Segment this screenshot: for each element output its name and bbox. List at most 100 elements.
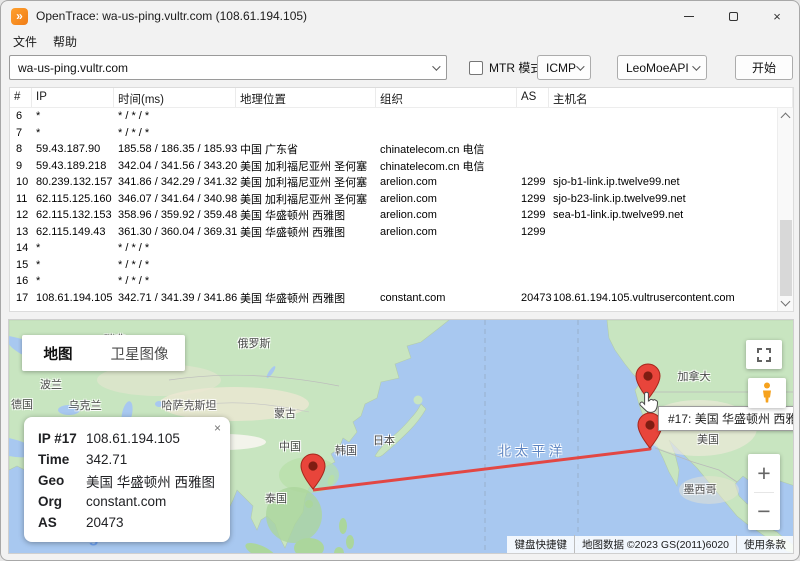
map-label: 哈萨克斯坦 <box>162 397 217 413</box>
map-label: 蒙古 <box>274 405 296 421</box>
map-label: 泰国 <box>265 490 287 506</box>
cell-geo: 美国 加利福尼亚州 圣何塞 <box>236 158 376 174</box>
cell-time: 361.30 / 360.04 / 369.31 <box>114 226 236 238</box>
mtr-mode-toggle: MTR 模式 <box>469 59 542 76</box>
chevron-down-icon <box>432 62 440 70</box>
maximize-button[interactable] <box>711 1 755 31</box>
cell-time: * / * / * <box>114 127 236 139</box>
title-bar[interactable]: » OpenTrace: wa-us-ping.vultr.com (108.6… <box>1 1 799 31</box>
cell-host: sea-b1-link.ip.twelve99.net <box>549 209 777 221</box>
table-scrollbar[interactable] <box>777 108 793 311</box>
table-column-header[interactable]: 地理位置 <box>236 88 376 107</box>
keyboard-shortcuts-link[interactable]: 键盘快捷键 <box>507 535 574 554</box>
table-row[interactable]: 7 * * / * / * <box>10 125 777 142</box>
hand-cursor-icon <box>638 390 660 414</box>
scroll-down-icon[interactable] <box>781 297 791 307</box>
popup-row: AS 20473 <box>38 512 216 533</box>
cell-geo: 美国 华盛顿州 西雅图 <box>236 207 376 223</box>
protocol-select[interactable]: ICMP <box>537 55 591 80</box>
table-column-header[interactable]: # <box>10 88 32 107</box>
cell-time: 185.58 / 186.35 / 185.93 <box>114 143 236 155</box>
map-pin[interactable] <box>300 453 326 490</box>
map-data-text: 地图数据 ©2023 GS(2011)6020 <box>574 535 736 554</box>
table-column-header[interactable]: 组织 <box>376 88 517 107</box>
popup-close-button[interactable]: × <box>214 422 221 434</box>
menu-item[interactable]: 帮助 <box>45 31 85 51</box>
app-icon: » <box>11 8 28 25</box>
cell-hop: 11 <box>10 193 32 205</box>
table-column-header[interactable]: AS <box>517 88 549 107</box>
fullscreen-icon <box>757 348 771 362</box>
map-label: 中国 <box>279 438 301 454</box>
table-row[interactable]: 6 * * / * / * <box>10 108 777 125</box>
cell-geo: 美国 加利福尼亚州 圣何塞 <box>236 191 376 207</box>
cell-time: * / * / * <box>114 242 236 254</box>
chevron-down-icon <box>692 62 700 70</box>
table-column-header[interactable]: 时间(ms) <box>114 88 236 107</box>
table-row[interactable]: 17 108.61.194.105 342.71 / 341.39 / 341.… <box>10 290 777 307</box>
minimize-button[interactable] <box>667 1 711 31</box>
table-column-header[interactable]: IP <box>32 88 114 107</box>
popup-row-label: AS <box>38 515 86 530</box>
table-row[interactable]: 11 62.115.125.160 346.07 / 341.64 / 340.… <box>10 191 777 208</box>
cell-hop: 15 <box>10 259 32 271</box>
cell-ip: * <box>32 127 114 139</box>
map-label: 德国 <box>11 396 33 412</box>
cell-time: 341.86 / 342.29 / 341.32 <box>114 176 236 188</box>
cell-hop: 17 <box>10 292 32 304</box>
popup-row-label: Time <box>38 452 86 467</box>
mtr-checkbox[interactable] <box>469 61 483 75</box>
fullscreen-button[interactable] <box>746 340 782 369</box>
table-column-header[interactable]: 主机名 <box>549 88 793 107</box>
cell-ip: * <box>32 275 114 287</box>
close-button[interactable]: × <box>755 1 799 31</box>
scrollbar-thumb[interactable] <box>780 220 792 296</box>
window-controls: × <box>667 1 799 31</box>
cell-hop: 10 <box>10 176 32 188</box>
map-label: 日本 <box>373 432 395 448</box>
cell-asn: 1299 <box>517 193 549 205</box>
zoom-out-button[interactable]: − <box>748 496 780 526</box>
map-canvas[interactable]: 瑞典俄罗斯波兰德国乌克兰哈萨克斯坦蒙古中国韩国日本泰国北太平洋加拿大美国墨西哥 <box>8 319 794 554</box>
cell-org: chinatelecom.cn 电信 <box>376 141 517 157</box>
popup-row: Time 342.71 <box>38 449 216 470</box>
cell-hop: 8 <box>10 143 32 155</box>
map-label: 北太平洋 <box>498 441 566 460</box>
terms-link[interactable]: 使用条款 <box>736 535 793 554</box>
table-row[interactable]: 12 62.115.132.153 358.96 / 359.92 / 359.… <box>10 207 777 224</box>
host-input[interactable]: wa-us-ping.vultr.com <box>9 55 447 80</box>
zoom-in-button[interactable]: + <box>748 458 780 488</box>
cell-geo: 美国 华盛顿州 西雅图 <box>236 224 376 240</box>
pegman-button[interactable] <box>748 378 786 408</box>
cell-org: arelion.com <box>376 209 517 221</box>
scroll-up-icon[interactable] <box>781 113 791 123</box>
table-row[interactable]: 9 59.43.189.218 342.04 / 341.56 / 343.20… <box>10 158 777 175</box>
map-type-map-button[interactable]: 地图 <box>22 335 94 371</box>
table-row[interactable]: 16 * * / * / * <box>10 273 777 290</box>
cell-asn: 20473 <box>517 292 549 304</box>
popup-row: IP #17 108.61.194.105 <box>38 428 216 449</box>
cell-ip: 80.239.132.157 <box>32 176 114 188</box>
map-attribution: 键盘快捷键 地图数据 ©2023 GS(2011)6020 使用条款 <box>507 536 793 553</box>
menu-item[interactable]: 文件 <box>5 31 45 51</box>
popup-row-value: 美国 华盛顿州 西雅图 <box>86 471 215 491</box>
start-button[interactable]: 开始 <box>735 55 793 80</box>
table-row[interactable]: 15 * * / * / * <box>10 257 777 274</box>
table-row[interactable]: 8 59.43.187.90 185.58 / 186.35 / 185.93 … <box>10 141 777 158</box>
table-row[interactable]: 10 80.239.132.157 341.86 / 342.29 / 341.… <box>10 174 777 191</box>
cell-asn: 1299 <box>517 176 549 188</box>
table-row[interactable]: 13 62.115.149.43 361.30 / 360.04 / 369.3… <box>10 224 777 241</box>
table-row[interactable]: 14 * * / * / * <box>10 240 777 257</box>
map-type-satellite-button[interactable]: 卫星图像 <box>94 335 185 371</box>
minimize-icon <box>684 16 694 17</box>
map-zoom-control: + − <box>748 454 780 530</box>
cell-asn: 1299 <box>517 209 549 221</box>
api-select[interactable]: LeoMoeAPI <box>617 55 707 80</box>
popup-row-value: 342.71 <box>86 452 127 467</box>
cell-ip: * <box>32 259 114 271</box>
map-label: 波兰 <box>40 376 62 392</box>
menu-bar: 文件帮助 <box>5 31 85 51</box>
cell-asn: 1299 <box>517 226 549 238</box>
popup-row: Geo 美国 华盛顿州 西雅图 <box>38 470 216 491</box>
close-icon: × <box>773 9 781 24</box>
